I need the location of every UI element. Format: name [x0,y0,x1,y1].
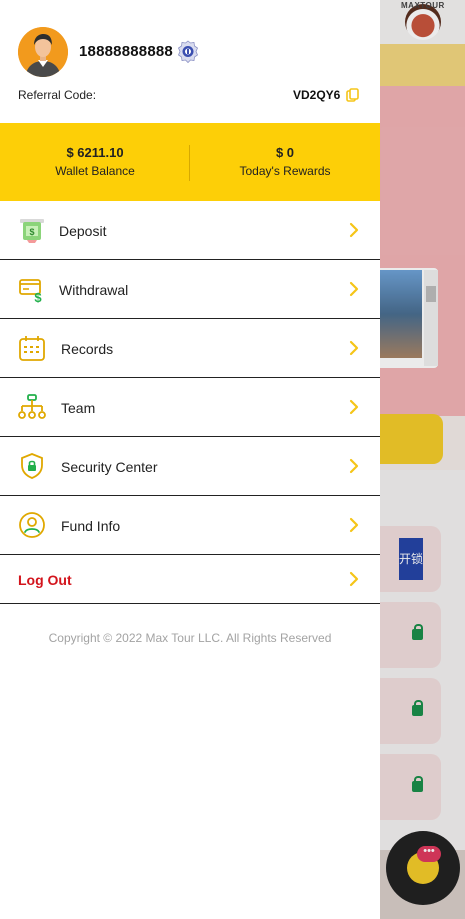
menu-item-team[interactable]: Team [0,378,380,437]
todays-rewards-amount: $ 0 [275,145,295,160]
vip-badge-icon [178,40,198,64]
user-phone: 18888888888 [79,43,173,60]
logout-button[interactable]: Log Out [0,555,380,604]
menu-item-label: Team [61,400,96,416]
copyright-text: Copyright © 2022 Max Tour LLC. All Right… [48,631,332,645]
referral-code-value: VD2QY6 [293,88,341,102]
balance-panel: $ 6211.10 Wallet Balance $ 0 Today's Rew… [0,123,380,201]
user-circle-icon [19,512,45,538]
chevron-right-icon [349,517,359,533]
menu-item-fund-info[interactable]: Fund Info [0,496,380,555]
wallet-balance-label: Wallet Balance [55,164,135,178]
drawer-menu: $ Deposit $ Withdrawal Records Team Secu… [0,201,380,604]
menu-item-label: Withdrawal [59,282,129,298]
menu-item-label: Fund Info [61,518,121,534]
todays-rewards: $ 0 Today's Rewards [190,145,380,178]
chevron-right-icon [349,340,359,356]
menu-item-label: Deposit [59,223,107,239]
chevron-right-icon [349,281,359,297]
drawer-overlay[interactable] [380,0,465,919]
side-drawer: 18888888888 Referral Code: VD2QY6 $ 6211… [0,0,380,919]
chevron-right-icon [349,399,359,415]
wallet-balance: $ 6211.10 Wallet Balance [0,145,190,178]
svg-text:$: $ [29,227,34,237]
menu-item-label: Security Center [61,459,158,475]
copy-icon[interactable] [346,88,360,102]
avatar-person-icon [18,27,68,77]
deposit-icon: $ [20,219,44,243]
menu-item-withdrawal[interactable]: $ Withdrawal [0,260,380,319]
chevron-right-icon [349,571,359,587]
menu-item-security-center[interactable]: Security Center [0,437,380,496]
menu-item-records[interactable]: Records [0,319,380,378]
menu-item-deposit[interactable]: $ Deposit [0,201,380,260]
wallet-balance-amount: $ 6211.10 [66,145,124,160]
logout-label: Log Out [18,572,72,588]
chevron-right-icon [349,458,359,474]
avatar[interactable] [18,27,68,77]
menu-item-label: Records [61,341,114,357]
todays-rewards-label: Today's Rewards [239,164,331,178]
calendar-icon [19,336,45,361]
withdrawal-icon: $ [19,279,42,303]
chevron-right-icon [349,222,359,238]
referral-code-label: Referral Code: [18,88,97,102]
team-hierarchy-icon [18,394,46,419]
svg-text:$: $ [34,290,42,303]
shield-lock-icon [21,453,43,479]
